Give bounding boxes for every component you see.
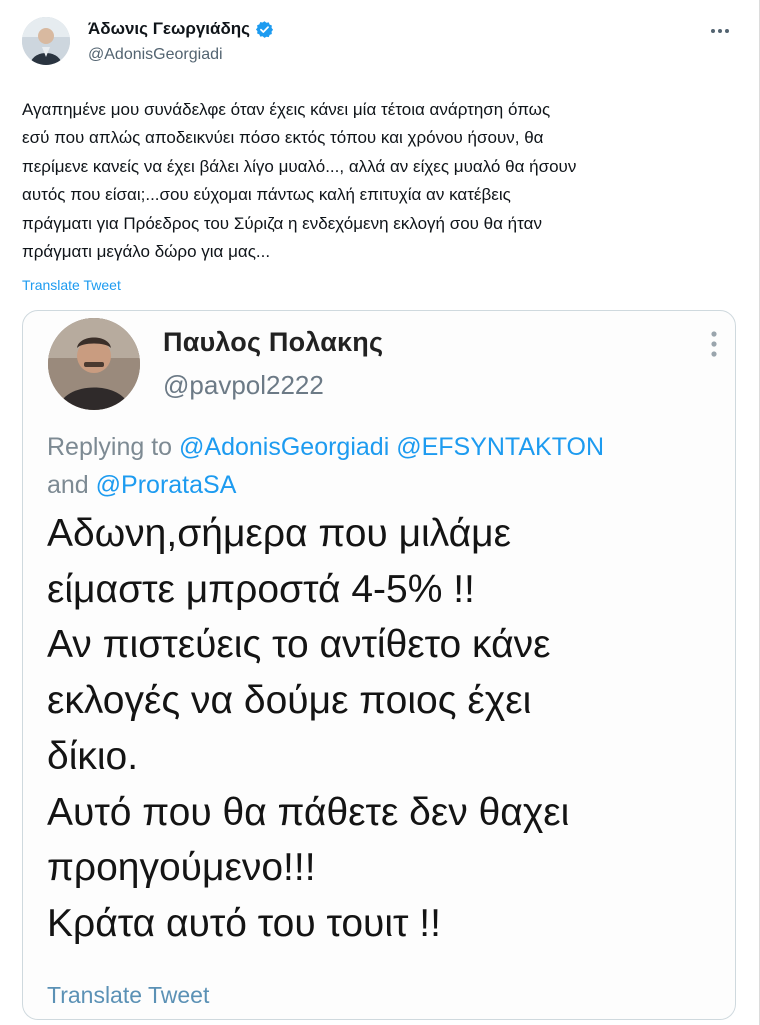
mention-efsyntakton: @EFSYNTAKTON — [396, 433, 605, 461]
translate-tweet-link[interactable]: Translate Tweet — [22, 277, 121, 293]
and-label: and — [47, 471, 96, 499]
tweet-text: Αγαπημένε μου συνάδελφε όταν έχεις κάνει… — [22, 100, 577, 262]
mention-adonisgeorgiadi: @AdonisGeorgiadi — [179, 433, 390, 461]
tweet-media-image[interactable]: Παυλος Πολακης @pavpol2222 Replying to @… — [22, 310, 736, 1020]
author-name-row: Άδωνις Γεωργιάδης — [88, 19, 274, 39]
quoted-tweet-text: Αδωνη,σήμερα που μιλάμε είμαστε μπροστά … — [47, 512, 570, 945]
author-name[interactable]: Άδωνις Γεωργιάδης — [88, 19, 250, 39]
quoted-replying-to: Replying to @AdonisGeorgiadi @EFSYNTAKTO… — [47, 428, 727, 504]
mention-proratasa: @ProrataSA — [95, 471, 237, 499]
author-avatar[interactable] — [22, 17, 70, 65]
quoted-more-icon — [709, 329, 719, 359]
quoted-author-avatar — [48, 318, 140, 410]
tweet: Άδωνις Γεωργιάδης @AdonisGeorgiadi Αγαπη… — [0, 0, 760, 1025]
quoted-author-handle: @pavpol2222 — [163, 370, 324, 400]
replying-to-label: Replying to — [47, 433, 180, 461]
quoted-translate-link: Translate Tweet — [47, 982, 210, 1008]
author-handle[interactable]: @AdonisGeorgiadi — [88, 46, 223, 64]
more-options-icon[interactable] — [707, 18, 733, 44]
quoted-author-name: Παυλος Πολακης — [163, 327, 384, 357]
verified-badge-icon — [255, 20, 274, 39]
